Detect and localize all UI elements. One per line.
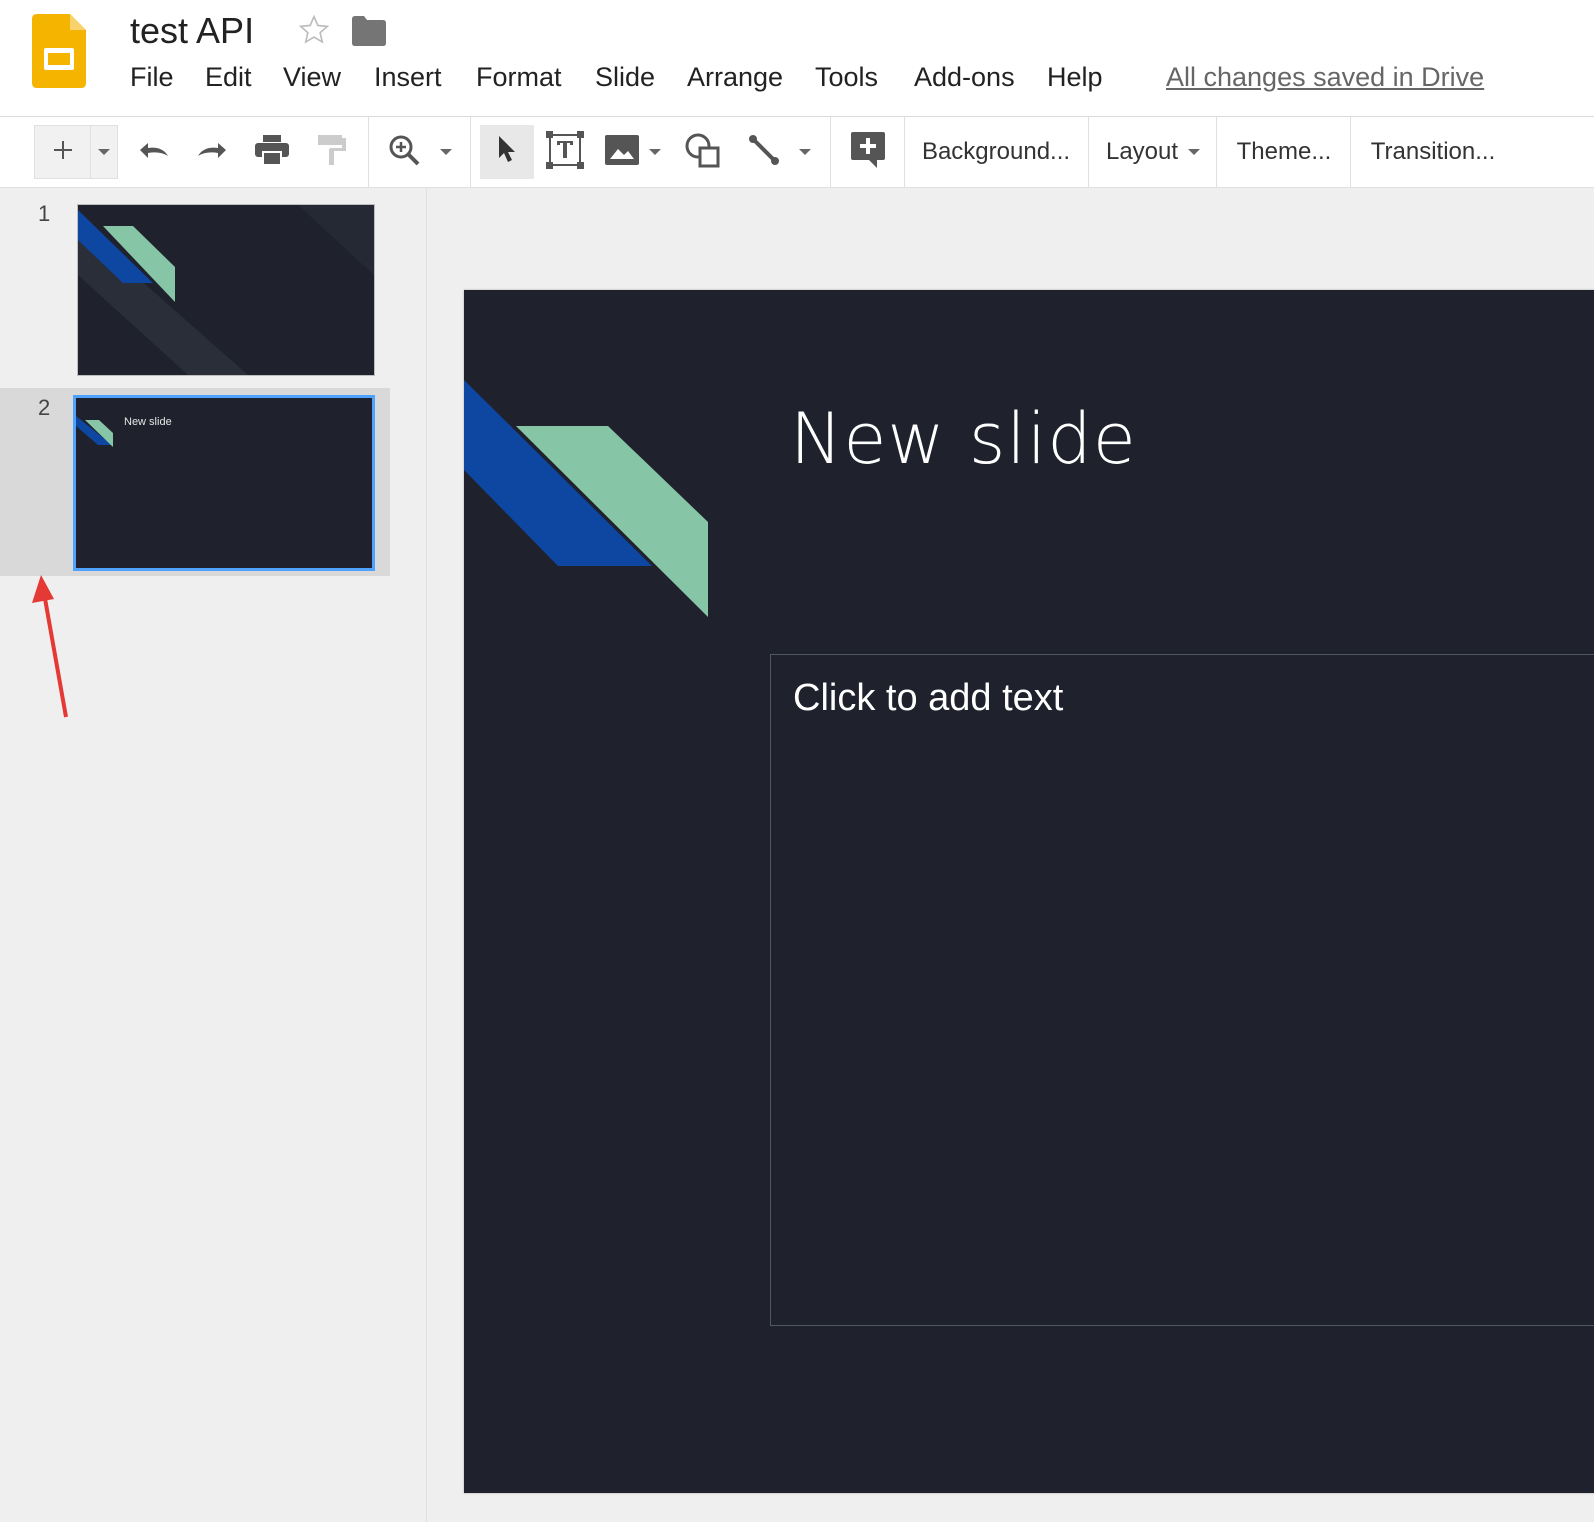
paint-format-button[interactable]: [310, 125, 354, 179]
new-slide-button[interactable]: [34, 125, 90, 179]
menu-tools[interactable]: Tools: [815, 62, 878, 93]
annotation-arrow-icon: [24, 573, 74, 723]
new-slide-layout-dropdown[interactable]: [90, 125, 118, 179]
slide-number: 1: [38, 201, 51, 226]
star-icon[interactable]: [298, 14, 330, 46]
chevron-down-icon: [1188, 149, 1201, 155]
cursor-icon: [495, 134, 519, 171]
image-icon: [605, 134, 639, 170]
shape-icon: [684, 132, 720, 173]
body-placeholder-text: Click to add text: [793, 677, 1064, 719]
background-button[interactable]: Background...: [906, 125, 1086, 179]
slide-title[interactable]: New slide: [790, 398, 1137, 480]
line-icon: [748, 134, 780, 171]
shape-button[interactable]: [680, 125, 724, 179]
save-status-link[interactable]: All changes saved in Drive: [1166, 62, 1484, 93]
title-bar: test API File Edit View Insert Format Sl…: [0, 0, 1594, 117]
menu-slide[interactable]: Slide: [595, 62, 655, 93]
toolbar-divider: [368, 117, 369, 187]
slide-1-decoration: [78, 205, 374, 375]
select-button[interactable]: [480, 125, 534, 179]
toolbar-divider: [1350, 117, 1351, 187]
redo-icon: [194, 138, 230, 167]
chevron-down-icon: [649, 149, 661, 155]
document-title[interactable]: test API: [130, 10, 254, 52]
menu-help[interactable]: Help: [1047, 62, 1103, 93]
body-placeholder-box[interactable]: Click to add text: [770, 654, 1594, 1326]
menu-addons[interactable]: Add-ons: [914, 62, 1015, 93]
chevron-down-icon: [440, 149, 452, 155]
menu-format[interactable]: Format: [476, 62, 562, 93]
slide-thumbnail-2[interactable]: New slide: [73, 395, 375, 571]
slide-decoration: [464, 380, 708, 617]
undo-button[interactable]: [132, 125, 176, 179]
menu-file[interactable]: File: [130, 62, 174, 93]
print-button[interactable]: [250, 125, 294, 179]
print-icon: [255, 134, 289, 170]
toolbar-divider: [470, 117, 471, 187]
undo-icon: [136, 138, 172, 167]
zoom-in-icon: [388, 134, 420, 171]
plus-icon: [51, 138, 75, 167]
zoom-button[interactable]: [382, 125, 426, 179]
menu-arrange[interactable]: Arrange: [687, 62, 783, 93]
redo-button[interactable]: [190, 125, 234, 179]
chevron-down-icon: [98, 149, 110, 155]
slide-2-decoration: [76, 416, 113, 447]
layout-button[interactable]: Layout: [1092, 125, 1214, 179]
slides-logo-icon[interactable]: [32, 14, 86, 88]
line-dropdown[interactable]: [794, 125, 816, 179]
add-comment-icon: [851, 131, 885, 173]
toolbar: Background... Layout Theme... Transition…: [0, 117, 1594, 188]
thumbnail-title: New slide: [124, 416, 172, 428]
toolbar-divider: [1088, 117, 1089, 187]
insert-image-button[interactable]: [600, 125, 644, 179]
layout-label: Layout: [1105, 138, 1179, 165]
slide-editor-canvas[interactable]: New slide Click to add text: [464, 290, 1594, 1493]
menu-insert[interactable]: Insert: [374, 62, 442, 93]
toolbar-divider: [904, 117, 905, 187]
toolbar-divider: [1216, 117, 1217, 187]
image-dropdown[interactable]: [644, 125, 666, 179]
toolbar-divider: [830, 117, 831, 187]
add-comment-button[interactable]: [846, 125, 890, 179]
folder-icon[interactable]: [352, 16, 386, 46]
chevron-down-icon: [799, 149, 811, 155]
transition-button[interactable]: Transition...: [1356, 125, 1510, 179]
line-button[interactable]: [742, 125, 786, 179]
slide-thumbnail-1[interactable]: [77, 204, 375, 376]
menu-view[interactable]: View: [283, 62, 341, 93]
slide-number: 2: [38, 395, 51, 420]
zoom-dropdown[interactable]: [434, 125, 458, 179]
slide-filmstrip: 1 2 New slide: [0, 188, 427, 1522]
theme-button[interactable]: Theme...: [1220, 125, 1348, 179]
text-box-button[interactable]: [543, 125, 587, 179]
text-box-icon: [546, 130, 584, 174]
menu-edit[interactable]: Edit: [205, 62, 252, 93]
paint-roller-icon: [318, 134, 346, 170]
